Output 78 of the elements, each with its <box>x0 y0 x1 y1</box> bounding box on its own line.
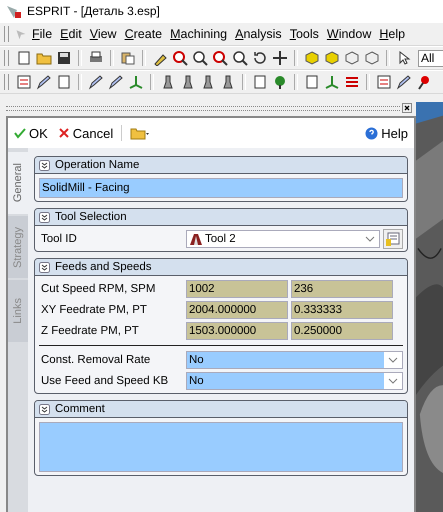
cube-outline-icon[interactable] <box>344 50 360 66</box>
section-header[interactable]: Tool Selection <box>35 209 407 226</box>
menu-item[interactable]: Create <box>122 26 166 42</box>
menu-item[interactable]: Tools <box>286 26 322 42</box>
cube-icon[interactable] <box>324 50 340 66</box>
value-field[interactable]: 1002 <box>186 280 288 298</box>
field-label: Const. Removal Rate <box>40 354 152 366</box>
menu-item[interactable]: Help <box>376 26 408 42</box>
option-dropdown[interactable]: No <box>186 372 403 390</box>
help-icon <box>365 126 378 140</box>
folder-icon <box>130 126 150 140</box>
pencil-icon[interactable] <box>88 74 104 90</box>
zoom-icon[interactable] <box>232 50 248 66</box>
grid-icon[interactable] <box>344 74 360 90</box>
tool-icon <box>189 232 203 246</box>
field-label: Use Feed and Speed KB <box>40 375 170 387</box>
collapse-icon <box>39 262 50 272</box>
section-header[interactable]: Operation Name <box>35 157 407 174</box>
chevron-down-icon <box>388 378 398 384</box>
section-header[interactable]: Comment <box>35 401 407 418</box>
frame-icon[interactable] <box>304 74 320 90</box>
chevron-down-icon <box>388 357 398 363</box>
ok-button[interactable]: OK <box>12 124 50 142</box>
cursor-icon <box>15 28 27 40</box>
pencil-icon[interactable] <box>396 74 412 90</box>
value-field[interactable]: 0.333333 <box>291 301 393 319</box>
collapse-icon <box>39 160 50 170</box>
cube-icon[interactable] <box>304 50 320 66</box>
axes-icon[interactable] <box>128 74 144 90</box>
pencil-icon[interactable] <box>36 74 52 90</box>
zoom-icon[interactable] <box>172 50 188 66</box>
value-field[interactable]: 1503.000000 <box>186 322 288 340</box>
checkmark-icon <box>14 127 26 139</box>
stack-icon[interactable] <box>376 74 392 90</box>
menu-item[interactable]: Machining <box>167 26 230 42</box>
field-label: XY Feedrate PM, PT <box>40 304 148 316</box>
value-field[interactable]: 0.250000 <box>291 322 393 340</box>
field-label: Tool ID <box>40 233 78 245</box>
comment-field[interactable] <box>39 422 403 472</box>
clipboard-icon[interactable] <box>120 50 136 66</box>
section-header[interactable]: Feeds and Speeds <box>35 259 407 276</box>
zoom-icon[interactable] <box>192 50 208 66</box>
window-title: ESPRIT - [Деталь 3.esp] <box>27 4 160 18</box>
tool-library-icon[interactable] <box>383 229 403 249</box>
pin-icon[interactable] <box>416 74 432 90</box>
filter-field[interactable]: All <box>418 50 443 66</box>
menu-item[interactable]: Window <box>324 26 374 42</box>
menu-item[interactable]: Edit <box>57 26 85 42</box>
frame-icon[interactable] <box>252 74 268 90</box>
zoom-out-icon[interactable] <box>212 50 228 66</box>
collapse-icon <box>39 212 50 222</box>
collapse-icon <box>39 404 50 414</box>
field-label: Cut Speed RPM, SPM <box>40 283 156 295</box>
axes-icon[interactable] <box>324 74 340 90</box>
layer-icon[interactable] <box>16 74 32 90</box>
field-label: Z Feedrate PM, PT <box>40 325 140 337</box>
value-field[interactable]: 236 <box>291 280 393 298</box>
tree-icon[interactable] <box>272 74 288 90</box>
option-dropdown[interactable]: No <box>186 351 403 369</box>
value-field[interactable]: 2004.000000 <box>186 301 288 319</box>
pan-icon[interactable] <box>272 50 288 66</box>
pencil-icon[interactable] <box>108 74 124 90</box>
close-icon[interactable] <box>402 103 412 113</box>
chevron-down-icon <box>365 236 375 242</box>
tool-dropdown[interactable]: Tool 2 <box>186 230 380 248</box>
help-button[interactable]: Help <box>363 124 410 142</box>
rotate-icon[interactable] <box>252 50 268 66</box>
cross-icon <box>58 127 70 139</box>
document-icon[interactable] <box>16 50 32 66</box>
menu-item[interactable]: Analysis <box>232 26 285 42</box>
side-tab[interactable]: General <box>8 152 28 214</box>
cancel-button[interactable]: Cancel <box>56 124 116 142</box>
cube-outline-icon[interactable] <box>364 50 380 66</box>
menu-item[interactable]: View <box>86 26 120 42</box>
operation-name-field[interactable]: SolidMill - Facing <box>39 178 403 198</box>
app-logo-icon <box>6 3 22 19</box>
menu-item[interactable]: File <box>29 26 56 42</box>
sheet-icon[interactable] <box>56 74 72 90</box>
